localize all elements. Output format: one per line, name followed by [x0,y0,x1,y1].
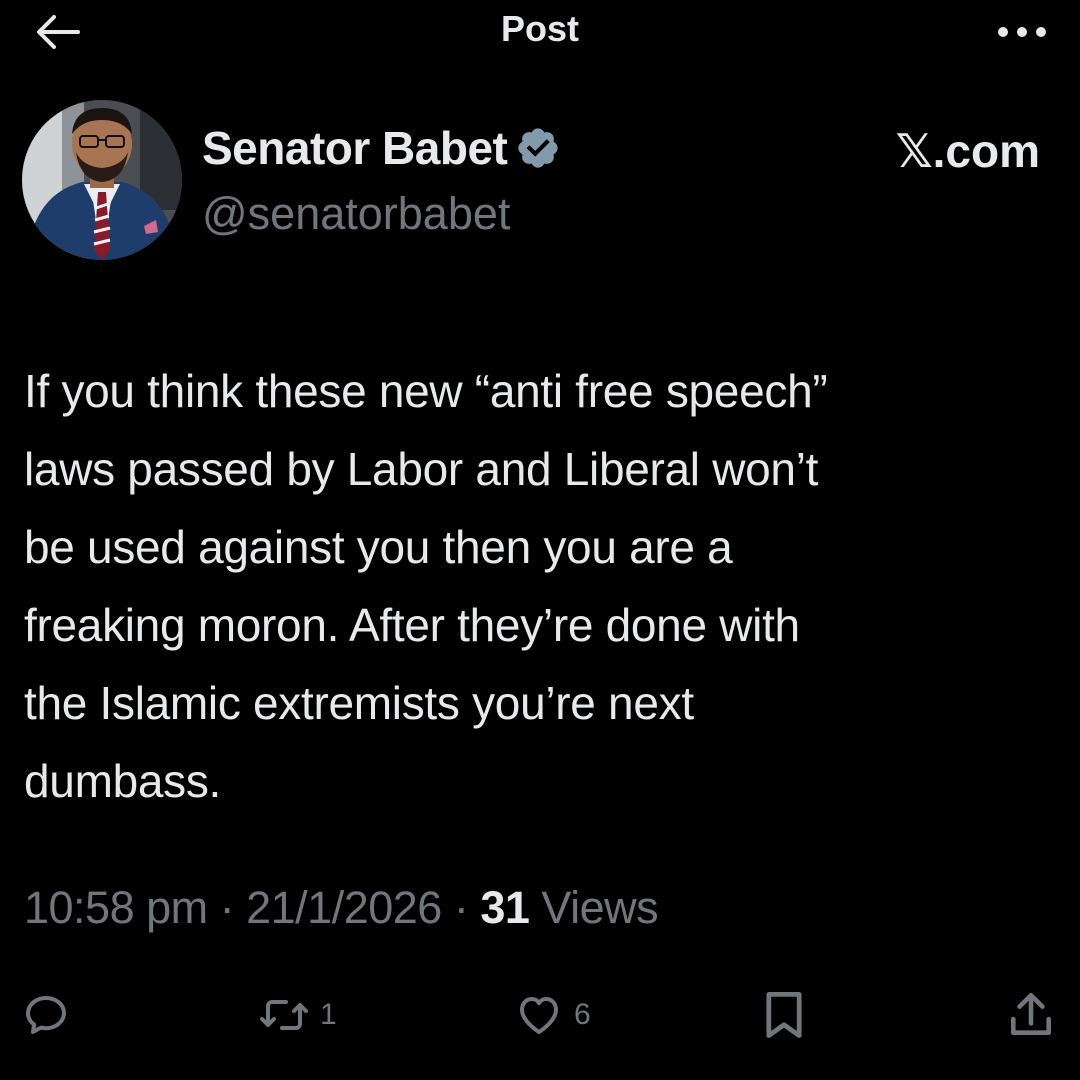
source-label: 𝕏.com [895,125,1040,177]
views-count[interactable]: 31 [480,882,530,933]
repost-button[interactable]: 1 [258,985,337,1045]
reply-icon [26,996,66,1034]
post-text-line: laws passed by Labor and Liberal won’t [24,443,819,495]
share-button[interactable] [1008,985,1054,1045]
verified-badge-icon [518,128,559,168]
profile-photo [22,100,182,260]
heart-icon [520,997,558,1034]
author-display-name[interactable]: Senator Babet [202,121,508,175]
reply-button[interactable] [22,985,70,1045]
page-title: Post [500,8,579,49]
more-horizontal-icon [998,27,1046,37]
meta-separator: · [441,882,481,933]
like-button[interactable]: 6 [514,985,591,1045]
repost-icon [260,1000,308,1030]
like-count: 6 [574,998,591,1031]
author-handle[interactable]: @senatorbabet [202,188,510,240]
top-bar: Post [0,0,1080,62]
post-text-line: If you think these new “anti free speech… [24,365,828,417]
more-options-button[interactable] [992,12,1052,52]
post-text-line: the Islamic extremists you’re next [24,677,694,729]
post-text-line: be used against you then you are a [24,521,733,573]
post-text-line: dumbass. [24,755,222,807]
views-label[interactable]: Views [529,882,658,933]
bookmark-button[interactable] [762,985,806,1045]
avatar[interactable] [22,100,182,260]
action-bar: 1 6 [0,985,1080,1045]
meta-separator: · [207,882,247,933]
post-time[interactable]: 10:58 pm [24,882,208,933]
share-icon [1011,992,1052,1035]
bookmark-icon [766,992,802,1038]
post-date[interactable]: 21/1/2026 [246,882,442,933]
post-meta: 10:58 pm · 21/1/2026 · 31 Views [24,882,659,934]
author-name-row[interactable]: Senator Babet [202,121,561,175]
repost-count: 1 [320,998,337,1031]
post-text-line: freaking moron. After they’re done with [24,599,800,651]
post-text: If you think these new “anti free speech… [24,352,1054,820]
